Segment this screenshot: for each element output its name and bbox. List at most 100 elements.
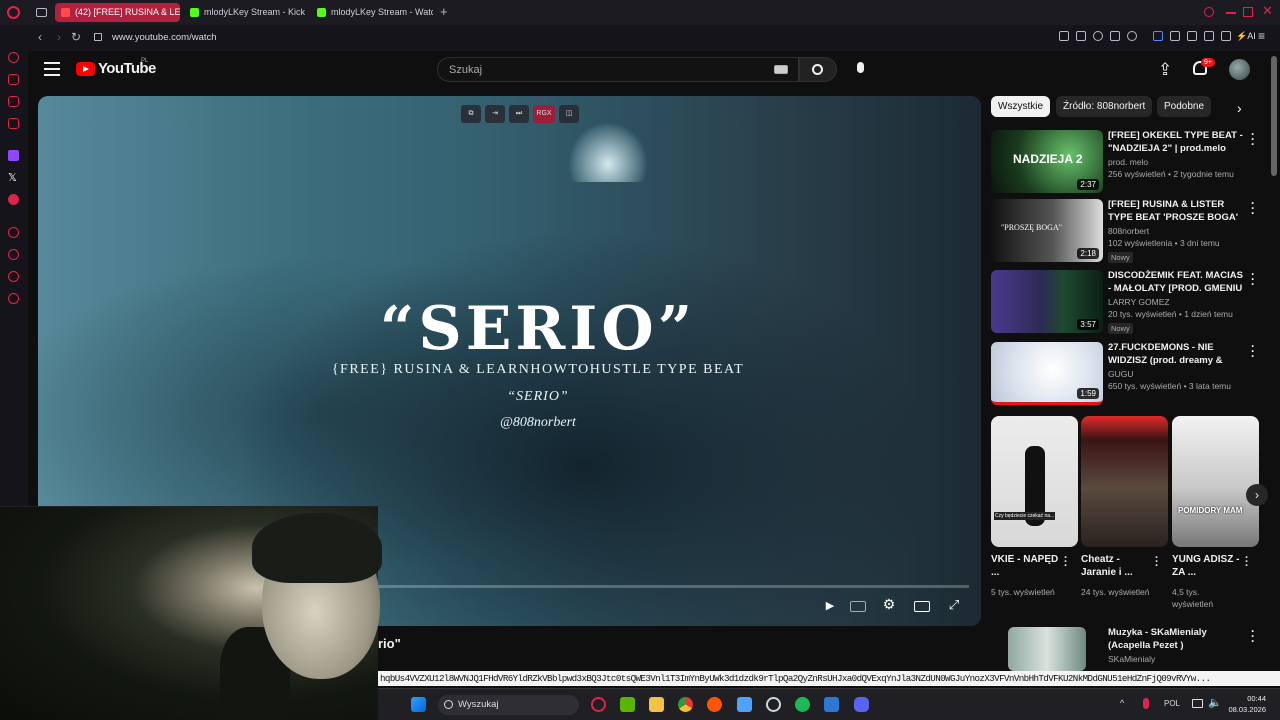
settings-icon[interactable]	[8, 293, 19, 304]
video-title[interactable]: 27.FUCKDEMONS - NIE WIDZISZ (prod. dream…	[1108, 342, 1244, 368]
more-icon[interactable]: · · ·	[1251, 627, 1255, 647]
minimize-icon[interactable]	[1226, 12, 1236, 14]
puzzle-icon[interactable]	[1170, 31, 1180, 41]
tab-youtube[interactable]: (42) [FREE] RUSINA & LEAR	[55, 3, 180, 22]
forward-icon[interactable]: ›	[52, 30, 66, 44]
tab-kick[interactable]: mlodyLKey Stream - Kick	[184, 3, 307, 22]
tab-kick-watch[interactable]: mlodyLKey Stream - Watch	[311, 3, 433, 22]
youtube-logo-icon[interactable]	[76, 62, 95, 76]
short-thumbnail[interactable]: POMIDORY MAM	[1172, 416, 1259, 547]
url-field[interactable]: www.youtube.com/watch	[112, 32, 217, 43]
heart-icon[interactable]	[1127, 31, 1137, 41]
close-window-icon[interactable]: ✕	[1262, 3, 1273, 19]
gear-icon[interactable]: ⚙	[881, 596, 897, 612]
miniplayer-icon[interactable]	[914, 601, 930, 612]
aria-icon[interactable]	[8, 52, 19, 63]
tab-icon[interactable]	[1076, 31, 1086, 41]
more-icon[interactable]: · · ·	[1245, 553, 1249, 572]
share-icon[interactable]	[1187, 31, 1197, 41]
camera-icon[interactable]	[1221, 31, 1231, 41]
download-icon[interactable]	[1204, 31, 1214, 41]
history-icon[interactable]	[8, 227, 19, 238]
list-item[interactable]: NADZIEJA 2 2:37 [FREE] OKEKEL TYPE BEAT …	[991, 128, 1261, 194]
volume-icon[interactable]: 🔈	[1208, 696, 1222, 709]
soundcloud-icon[interactable]	[707, 697, 722, 712]
extensions-icon[interactable]	[8, 271, 19, 282]
short-title[interactable]: VKIE - NAPĘD ...	[991, 553, 1061, 579]
search-tabs-icon[interactable]	[1204, 7, 1214, 17]
video-title[interactable]: [FREE] RUSINA & LISTER TYPE BEAT 'PROSZE…	[1108, 199, 1244, 224]
workspaces-icon[interactable]	[36, 8, 47, 17]
vpn-icon[interactable]	[1153, 31, 1163, 41]
keyboard-icon[interactable]	[774, 65, 788, 74]
vk-icon[interactable]	[8, 118, 19, 129]
window-icon[interactable]	[824, 697, 839, 712]
windows-start-icon[interactable]	[411, 697, 426, 712]
app-icon[interactable]	[766, 697, 781, 712]
chip-related[interactable]: Podobne	[1157, 96, 1212, 117]
folder-icon[interactable]	[649, 697, 664, 712]
chevron-right-icon[interactable]: ›	[1237, 100, 1242, 116]
opera-logo-icon[interactable]	[7, 6, 20, 19]
chrome-icon[interactable]	[678, 697, 693, 712]
nvidia-icon[interactable]	[620, 697, 635, 712]
taskbar-search-input[interactable]: Wyszukaj	[438, 695, 579, 715]
channel-name[interactable]: SKaMienialy	[1108, 654, 1155, 664]
short-title[interactable]: YUNG ADISZ - ZA ...	[1172, 553, 1242, 579]
spotify-icon[interactable]	[795, 697, 810, 712]
chevron-right-icon[interactable]: ›	[1246, 484, 1268, 506]
channel-name[interactable]: 808norbert	[1108, 226, 1149, 236]
mic-tray-icon[interactable]	[1143, 698, 1149, 709]
instagram-icon[interactable]	[8, 96, 19, 107]
system-clock[interactable]: 00:44 08.03.2026	[1228, 693, 1266, 715]
upload-icon[interactable]: ⇪	[1158, 60, 1172, 80]
hamburger-menu-icon[interactable]	[44, 62, 60, 80]
list-item[interactable]: 1:59 27.FUCKDEMONS - NIE WIDZISZ (prod. …	[991, 340, 1261, 406]
chip-source[interactable]: Źródło: 808norbert	[1056, 96, 1153, 117]
exit-icon[interactable]: ⇥	[485, 105, 505, 123]
store-icon[interactable]	[737, 697, 752, 712]
voice-search-button[interactable]	[851, 57, 871, 81]
x-icon[interactable]: 𝕏	[8, 171, 17, 184]
messenger-icon[interactable]	[8, 74, 19, 85]
shield-icon[interactable]	[1093, 31, 1103, 41]
clock-icon[interactable]	[8, 249, 19, 260]
more-icon[interactable]: · · ·	[1064, 553, 1068, 572]
more-icon[interactable]: · · ·	[1251, 128, 1255, 150]
search-input[interactable]: Szukaj	[437, 57, 799, 82]
discord-icon[interactable]	[854, 697, 869, 712]
play-icon[interactable]	[1110, 31, 1120, 41]
fullscreen-icon[interactable]: ⤢	[946, 597, 962, 612]
more-icon[interactable]: · · ·	[1155, 553, 1159, 572]
popout-icon[interactable]: ⧉	[461, 105, 481, 123]
youtube-music-icon[interactable]	[8, 194, 19, 205]
rgx-button[interactable]: RGX	[533, 105, 555, 123]
chevron-up-icon[interactable]: ^	[1120, 698, 1124, 708]
list-item[interactable]: Muzyka - SKaMienialy (Acapella Pezet ) S…	[991, 627, 1261, 671]
display-icon[interactable]	[1192, 699, 1203, 708]
more-icon[interactable]: · · ·	[1251, 268, 1255, 290]
avatar[interactable]	[1229, 59, 1250, 80]
short-thumbnail[interactable]: Czy będziecie czekać na...	[991, 416, 1078, 547]
channel-name[interactable]: GUGU	[1108, 369, 1134, 379]
more-icon[interactable]: · · ·	[1251, 340, 1255, 362]
chip-all[interactable]: Wszystkie	[991, 96, 1050, 117]
subtitles-icon[interactable]	[850, 601, 866, 612]
video-title[interactable]: Muzyka - SKaMienialy (Acapella Pezet )	[1108, 627, 1244, 652]
opera-taskbar-icon[interactable]	[591, 697, 606, 712]
language-indicator[interactable]: POL	[1164, 699, 1180, 708]
back-icon[interactable]: ‹	[33, 30, 47, 44]
list-item[interactable]: "PROSZĘ BOGA" 2:18 [FREE] RUSINA & LISTE…	[991, 197, 1261, 263]
reload-icon[interactable]: ↻	[69, 30, 83, 44]
more-icon[interactable]: · · ·	[1251, 197, 1255, 219]
list-item[interactable]: 3:57 DISCODŻEMIK FEAT. MACIAS - MAŁOLATY…	[991, 268, 1261, 334]
menu-icon[interactable]: ≡	[1258, 29, 1265, 43]
new-tab-button[interactable]: +	[440, 4, 448, 19]
theater-icon[interactable]: ◫	[559, 105, 579, 123]
video-title[interactable]: DISCODŻEMIK FEAT. MACIAS - MAŁOLATY [PRO…	[1108, 270, 1244, 296]
maximize-icon[interactable]	[1243, 7, 1253, 17]
scrollbar[interactable]	[1271, 56, 1277, 176]
snapshot-icon[interactable]	[1059, 31, 1069, 41]
search-button[interactable]	[799, 57, 837, 82]
short-thumbnail[interactable]	[1081, 416, 1168, 547]
